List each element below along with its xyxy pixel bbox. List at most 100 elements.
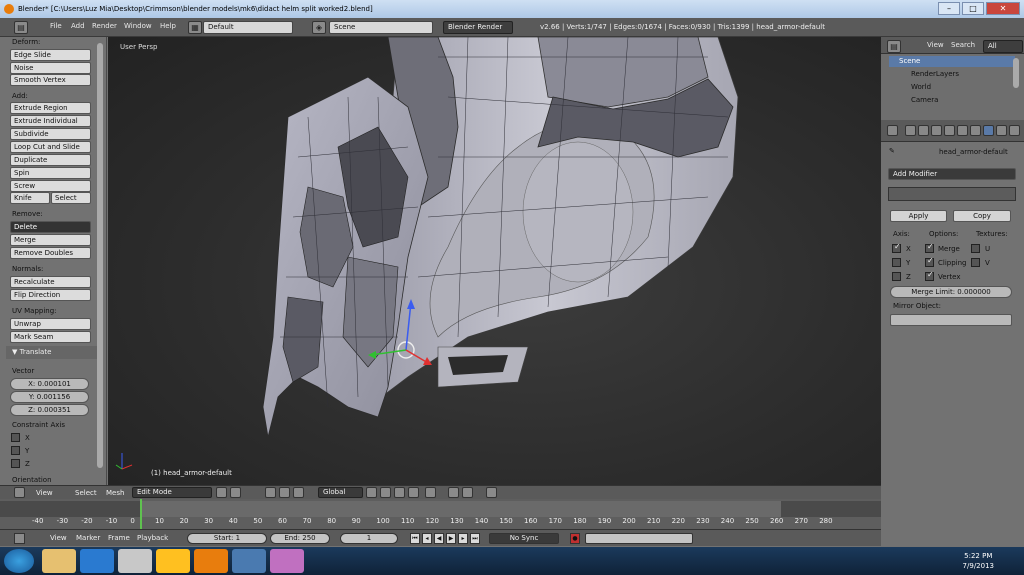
vector-y-field[interactable]: Y: 0.001156 (10, 391, 89, 403)
merge-checkbox[interactable] (925, 242, 934, 253)
noise-button[interactable]: Noise (10, 62, 91, 74)
helmet-mesh[interactable] (108, 37, 881, 485)
modifiers-tab-icon[interactable] (983, 125, 994, 136)
constraint-x-checkbox[interactable] (11, 433, 20, 442)
knife-button[interactable]: Knife (10, 192, 50, 204)
apply-button[interactable]: Apply (890, 210, 947, 222)
menu-render[interactable]: Render (92, 22, 117, 30)
timeline[interactable]: -40 -30 -20 -10 0 10 20 30 40 50 60 70 80 90 100 110 120… (0, 499, 881, 529)
translate-panel-header[interactable]: ▼ Translate (6, 346, 98, 359)
outliner-item-renderlayers[interactable]: RenderLayers (911, 70, 959, 78)
subdivide-button[interactable]: Subdivide (10, 128, 91, 140)
outliner-menu-view[interactable]: View (927, 41, 944, 49)
tool-shelf-scrollbar[interactable] (97, 43, 103, 468)
proportional-edit-icon[interactable] (425, 487, 436, 498)
vp-menu-view[interactable]: View (36, 489, 53, 497)
menu-add[interactable]: Add (71, 22, 85, 30)
object-tab-icon[interactable] (957, 125, 968, 136)
outliner-scrollbar[interactable] (1013, 58, 1019, 88)
media-player-icon[interactable] (156, 549, 190, 573)
play-reverse-button[interactable]: ◀ (434, 533, 444, 544)
delete-button[interactable]: Delete (10, 221, 91, 233)
outliner-item-scene[interactable]: Scene (899, 57, 920, 65)
extrude-region-button[interactable]: Extrude Region (10, 102, 91, 114)
menu-help[interactable]: Help (160, 22, 176, 30)
duplicate-button[interactable]: Duplicate (10, 154, 91, 166)
vertex-groups-checkbox[interactable] (925, 270, 934, 281)
world-tab-icon[interactable] (944, 125, 955, 136)
mirror-modifier-header[interactable] (888, 187, 1016, 201)
app-taskbar-icon[interactable] (232, 549, 266, 573)
remove-doubles-button[interactable]: Remove Doubles (10, 247, 91, 259)
prev-keyframe-button[interactable]: ◂ (422, 533, 432, 544)
menu-window[interactable]: Window (124, 22, 152, 30)
timeline-frame-range[interactable] (141, 501, 781, 517)
occlude-geometry-icon[interactable] (408, 487, 419, 498)
constraint-z-checkbox[interactable] (11, 459, 20, 468)
mark-seam-button[interactable]: Mark Seam (10, 331, 91, 343)
translate-manipulator-icon[interactable] (279, 487, 290, 498)
tl-menu-frame[interactable]: Frame (108, 534, 130, 542)
snap-target-icon[interactable] (462, 487, 473, 498)
layout-icon[interactable]: ▦ (188, 21, 202, 34)
texture-u-checkbox[interactable] (971, 244, 980, 253)
merge-limit-field[interactable]: Merge Limit: 0.000000 (890, 286, 1012, 298)
edge-select-icon[interactable] (380, 487, 391, 498)
extrude-individual-button[interactable]: Extrude Individual (10, 115, 91, 127)
vector-x-field[interactable]: X: 0.000101 (10, 378, 89, 390)
smooth-vertex-button[interactable]: Smooth Vertex (10, 74, 91, 86)
manipulator-icon[interactable] (265, 487, 276, 498)
merge-button[interactable]: Merge (10, 234, 91, 246)
render-layers-tab-icon[interactable] (918, 125, 929, 136)
axis-y-checkbox[interactable] (892, 258, 901, 267)
system-clock[interactable]: 5:22 PM 7/9/2013 (963, 551, 994, 571)
unwrap-button[interactable]: Unwrap (10, 318, 91, 330)
start-button-icon[interactable] (4, 549, 34, 573)
paint-taskbar-icon[interactable] (270, 549, 304, 573)
constraints-tab-icon[interactable] (970, 125, 981, 136)
snap-icon[interactable] (448, 487, 459, 498)
editor-type-icon[interactable]: ▤ (14, 21, 28, 34)
properties-editor-icon[interactable] (887, 125, 898, 136)
scene-icon[interactable]: ◈ (312, 21, 326, 34)
mode-selector[interactable]: Edit Mode (132, 487, 212, 498)
mirror-object-field[interactable] (890, 314, 1012, 326)
current-frame-field[interactable]: 1 (340, 533, 398, 544)
loop-cut-button[interactable]: Loop Cut and Slide (10, 141, 91, 153)
material-tab-icon[interactable] (1009, 125, 1020, 136)
end-frame-field[interactable]: End: 250 (270, 533, 330, 544)
maximize-button[interactable]: □ (962, 2, 984, 15)
minimize-button[interactable]: – (938, 2, 960, 15)
spin-button[interactable]: Spin (10, 167, 91, 179)
screw-button[interactable]: Screw (10, 180, 91, 192)
axis-z-checkbox[interactable] (892, 272, 901, 281)
internet-explorer-icon[interactable] (80, 549, 114, 573)
rotate-manipulator-icon[interactable] (293, 487, 304, 498)
timeline-editor-icon[interactable] (14, 533, 25, 544)
tl-menu-view[interactable]: View (50, 534, 67, 542)
edge-slide-button[interactable]: Edge Slide (10, 49, 91, 61)
vertex-select-icon[interactable] (366, 487, 377, 498)
3d-viewport[interactable]: User Persp (1) head_armor-default (108, 37, 881, 485)
outliner-filter[interactable]: All Scenes (983, 40, 1023, 61)
shading-icon[interactable] (216, 487, 227, 498)
data-tab-icon[interactable] (996, 125, 1007, 136)
explorer-icon[interactable] (42, 549, 76, 573)
constraint-y-checkbox[interactable] (11, 446, 20, 455)
blender-taskbar-icon[interactable] (194, 549, 228, 573)
recalculate-button[interactable]: Recalculate (10, 276, 91, 288)
axis-x-checkbox[interactable] (892, 242, 901, 253)
vp-menu-mesh[interactable]: Mesh (106, 489, 124, 497)
render-tab-icon[interactable] (905, 125, 916, 136)
outliner-item-camera[interactable]: Camera (911, 96, 938, 104)
outliner-menu-search[interactable]: Search (951, 41, 975, 49)
face-select-icon[interactable] (394, 487, 405, 498)
sync-selector[interactable]: No Sync (489, 533, 559, 544)
jump-start-button[interactable]: ⏮ (410, 533, 420, 544)
close-button[interactable]: ✕ (986, 2, 1020, 15)
clipping-checkbox[interactable] (925, 256, 934, 267)
vector-z-field[interactable]: Z: 0.000351 (10, 404, 89, 416)
texture-v-checkbox[interactable] (971, 258, 980, 267)
next-keyframe-button[interactable]: ▸ (458, 533, 468, 544)
outliner-editor-icon[interactable]: ▤ (887, 40, 901, 53)
